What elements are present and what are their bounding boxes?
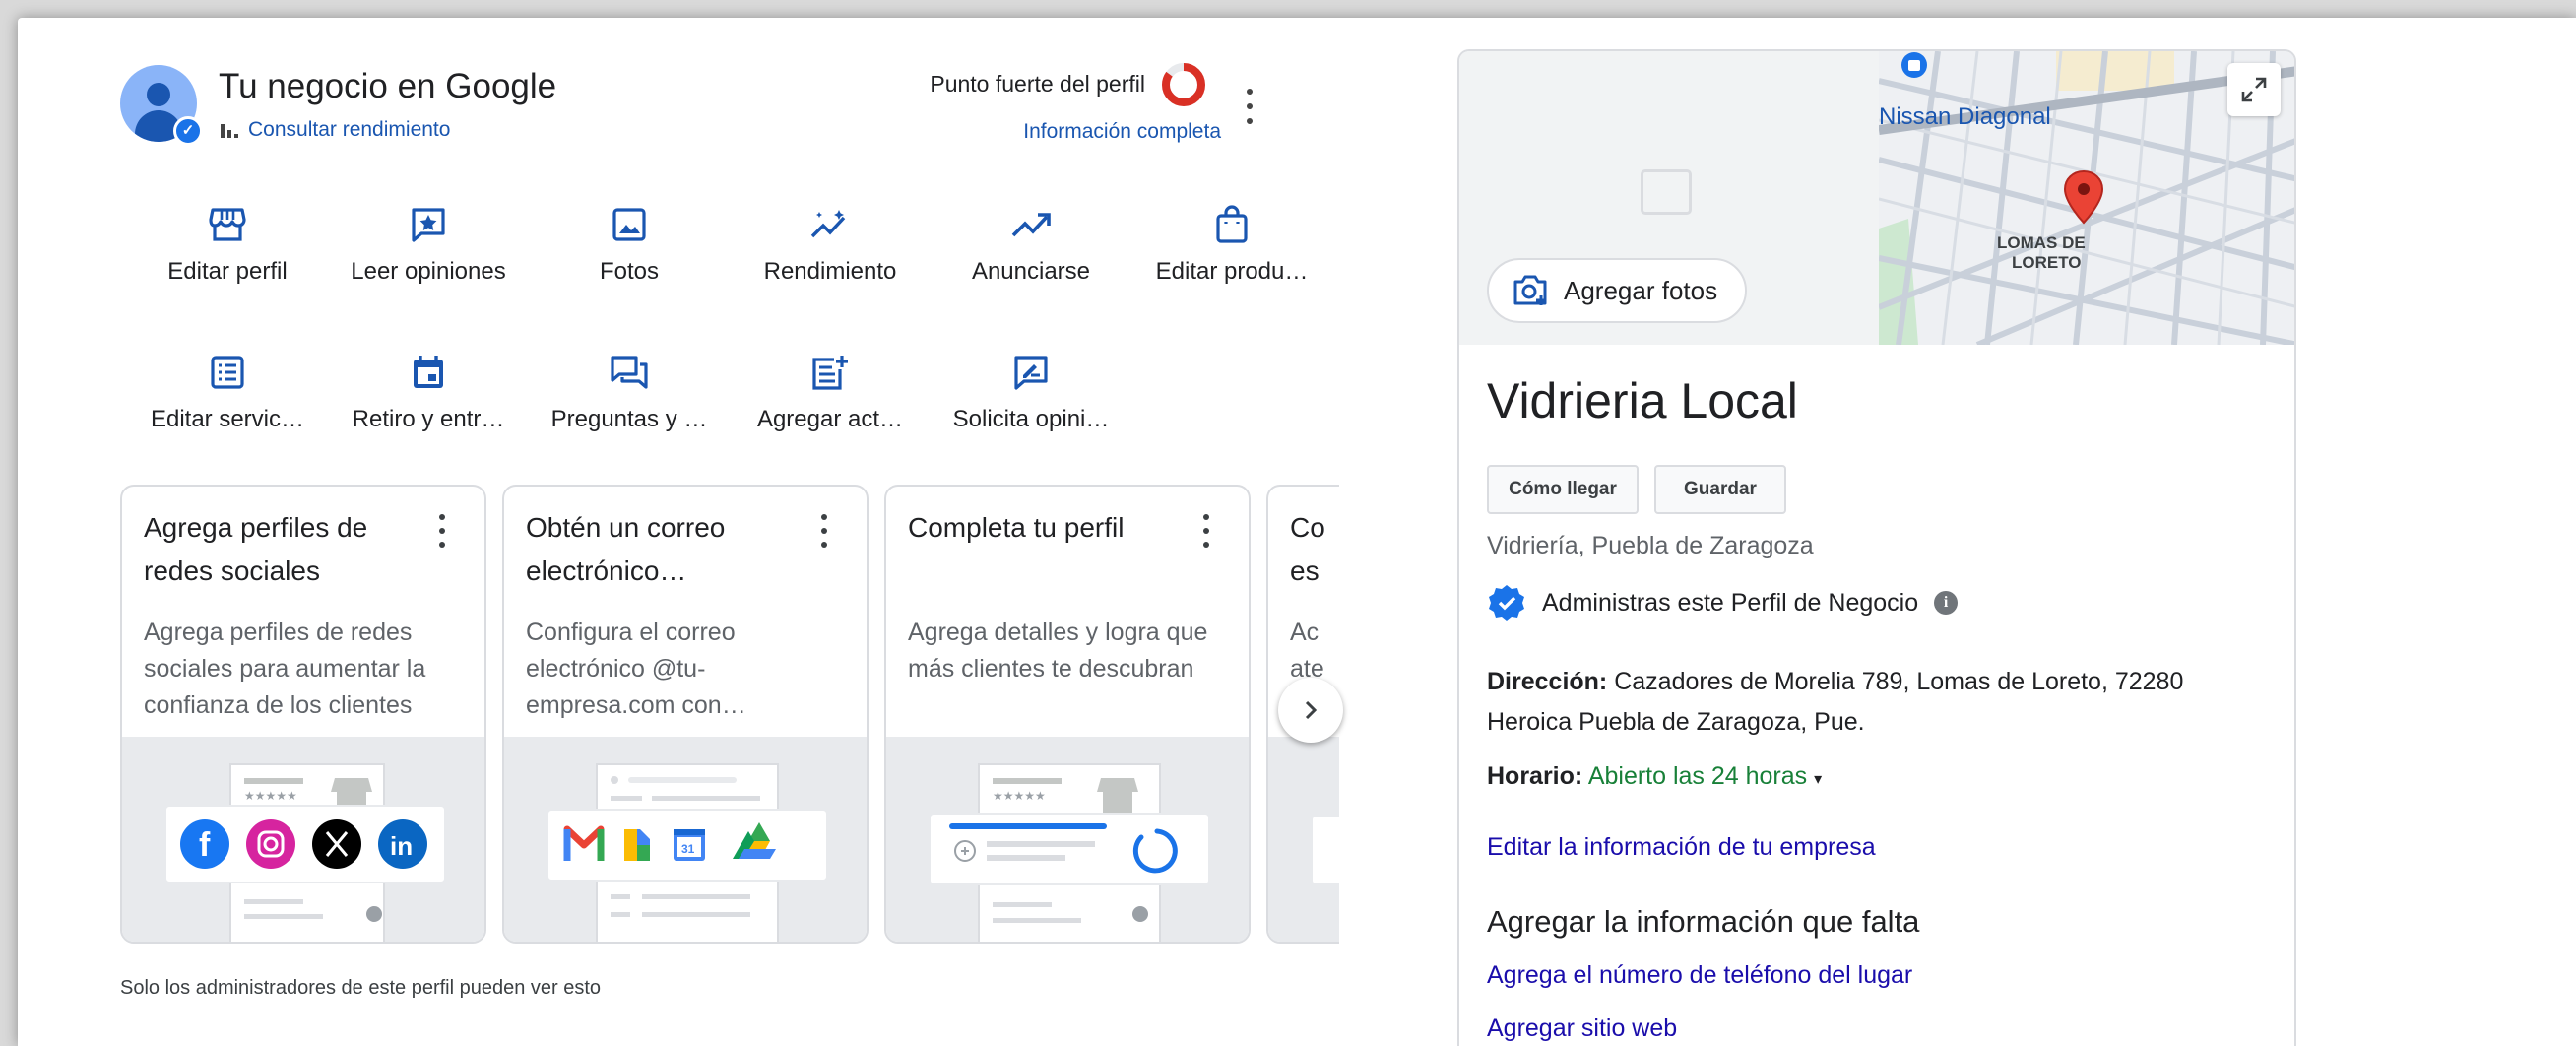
action-advertise[interactable]: Anunciarse [937, 203, 1125, 286]
hours: Horario: Abierto las 24 horas ▾ [1487, 762, 1823, 790]
action-performance[interactable]: Rendimiento [737, 203, 924, 286]
save-button[interactable]: Guardar [1654, 465, 1786, 514]
profile-strength-ring-icon [1162, 63, 1205, 106]
action-questions[interactable]: Preguntas y … [536, 351, 723, 433]
admin-visibility-note: Solo los administradores de este perfil … [120, 977, 602, 999]
carousel-next-button[interactable] [1278, 678, 1343, 743]
card-description: Configura el correo electrónico @tu-empr… [526, 619, 746, 719]
action-edit-profile[interactable]: Editar perfil [134, 203, 321, 286]
svg-text:in: in [390, 831, 413, 861]
chevron-right-icon [1305, 700, 1318, 720]
card-title: Agrega perfiles de redes sociales [144, 512, 368, 586]
expand-map-button[interactable] [2227, 63, 2281, 116]
knowledge-panel: Agregar fotos Nissan Diagonal LOMAS DE L… [1457, 49, 2296, 1046]
trending-up-icon [1009, 203, 1053, 246]
sparkle-trend-icon [808, 203, 852, 246]
chat-icon [608, 351, 651, 394]
card-illustration: ★★★★★ f in [122, 737, 484, 942]
window: ✓ Tu negocio en Google Consultar rendimi… [18, 18, 2576, 1046]
verified-check-icon: ✓ [173, 116, 203, 146]
performance-link-label: Consultar rendimiento [248, 118, 451, 141]
action-request-reviews[interactable]: Solicita opini… [937, 351, 1125, 433]
svg-text:f: f [199, 826, 211, 864]
svg-text:★★★★★: ★★★★★ [993, 789, 1046, 803]
action-read-reviews[interactable]: Leer opiniones [335, 203, 522, 286]
card-title: Completa tu perfil [908, 512, 1125, 543]
address: Dirección: Cazadores de Morelia 789, Lom… [1487, 668, 2184, 736]
card-social-profiles[interactable]: Agrega perfiles de redes sociales Agrega… [120, 485, 486, 944]
map-label-nissan: Nissan Diagonal [1879, 103, 2051, 130]
verified-badge-icon [1489, 585, 1524, 621]
rate-review-icon [1009, 351, 1053, 394]
shopping-bag-icon [1210, 203, 1254, 246]
map-label-area: LOMAS DE [1997, 233, 2086, 252]
map-label-area-2: LORETO [2012, 253, 2082, 272]
svg-text:★★★★★: ★★★★★ [244, 789, 297, 803]
business-panel: ✓ Tu negocio en Google Consultar rendimi… [18, 18, 1416, 1046]
svg-text:31: 31 [681, 842, 695, 856]
info-icon[interactable]: i [1934, 591, 1959, 615]
card-description: Agrega perfiles de redes sociales para a… [144, 619, 426, 719]
card-description: Agrega detalles y logra que más clientes… [908, 619, 1208, 683]
place-name: Vidrieria Local [1487, 373, 1798, 428]
card-menu-icon[interactable] [819, 514, 829, 548]
suggestion-carousel: Agrega perfiles de redes sociales Agrega… [120, 485, 1339, 961]
add-photo-camera-icon [1513, 275, 1547, 305]
action-pickup-delivery[interactable]: Retiro y entr… [335, 351, 522, 433]
more-options-icon[interactable] [1239, 89, 1260, 124]
bar-chart-icon [221, 122, 238, 138]
add-phone-link[interactable]: Agrega el número de teléfono del lugar [1487, 961, 1912, 990]
profile-strength-label: Punto fuerte del perfil [930, 71, 1145, 97]
image-placeholder-icon [1641, 169, 1692, 215]
photo-placeholder-area[interactable]: Agregar fotos [1459, 51, 1879, 345]
action-photos[interactable]: Fotos [536, 203, 723, 286]
card-menu-icon[interactable] [437, 514, 447, 548]
action-edit-products[interactable]: Editar produ… [1138, 203, 1325, 286]
performance-link[interactable]: Consultar rendimiento [221, 118, 450, 142]
card-title: Obtén un correo electrónico… [526, 512, 726, 586]
add-photos-button[interactable]: Agregar fotos [1487, 258, 1748, 323]
add-website-link[interactable]: Agregar sitio web [1487, 1014, 1677, 1043]
photo-icon [608, 203, 651, 246]
calendar-icon [407, 351, 450, 394]
action-add-update[interactable]: Agregar act… [737, 351, 924, 433]
expand-icon [2241, 77, 2267, 102]
card-illustration: ★★★★★ [886, 737, 1249, 942]
page-title: Tu negocio en Google [219, 67, 557, 105]
place-category: Vidriería, Puebla de Zaragoza [1487, 532, 1814, 559]
list-icon [206, 351, 249, 394]
card-description: Ac ate [1290, 619, 1324, 683]
action-edit-services[interactable]: Editar servic… [134, 351, 321, 433]
hours-dropdown[interactable]: Abierto las 24 horas [1588, 762, 1807, 790]
card-title: Co es [1290, 512, 1325, 586]
managed-profile-notice: Administras este Perfil de Negocio i [1487, 583, 1959, 622]
card-menu-icon[interactable] [1201, 514, 1211, 548]
card-illustration [1268, 737, 1339, 942]
profile-strength-status[interactable]: Información completa [827, 120, 1221, 144]
post-add-icon [808, 351, 852, 394]
card-illustration: 31 [504, 737, 867, 942]
card-complete-profile[interactable]: Completa tu perfil Agrega detalles y log… [884, 485, 1251, 944]
caret-down-icon[interactable]: ▾ [1814, 771, 1822, 788]
missing-info-heading: Agregar la información que falta [1487, 904, 1920, 939]
card-business-email[interactable]: Obtén un correo electrónico… Configura e… [502, 485, 869, 944]
directions-button[interactable]: Cómo llegar [1487, 465, 1639, 514]
review-star-icon [407, 203, 450, 246]
storefront-icon [206, 203, 249, 246]
edit-business-info-link[interactable]: Editar la información de tu empresa [1487, 833, 1876, 862]
